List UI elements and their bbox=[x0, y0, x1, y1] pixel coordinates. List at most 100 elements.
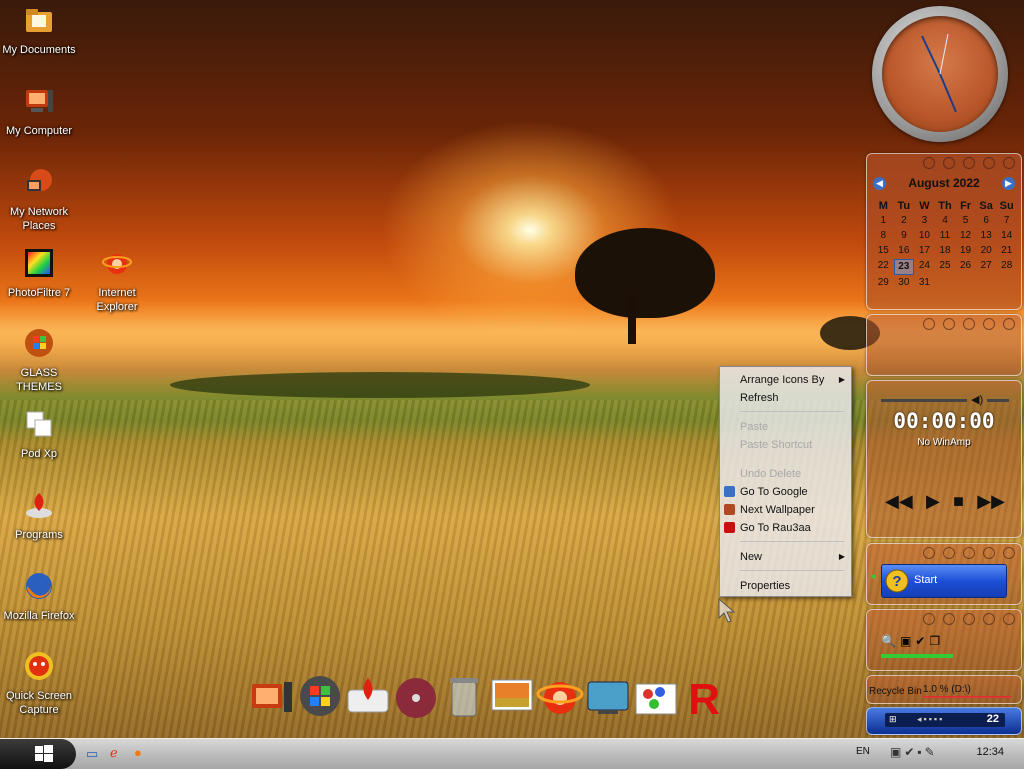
drive-gadget[interactable]: Recycle Bin 1.0 % (D:\) bbox=[866, 675, 1022, 704]
seek-bar[interactable] bbox=[881, 399, 967, 402]
desktop-icon-photofiltre[interactable]: PhotoFiltre 7 bbox=[0, 247, 78, 300]
dock-r-icon[interactable]: R bbox=[680, 672, 728, 724]
dock-drive-icon[interactable] bbox=[344, 672, 392, 722]
gadget-tool-icon[interactable] bbox=[963, 157, 975, 169]
volume-icon[interactable]: ◀) bbox=[971, 393, 983, 406]
calendar-day[interactable]: 4 bbox=[935, 214, 956, 228]
calendar-day[interactable]: 22 bbox=[873, 259, 894, 273]
gadget-tool-icon[interactable] bbox=[963, 613, 975, 625]
calendar-day[interactable]: 26 bbox=[955, 259, 976, 273]
gadget-tool-icon[interactable] bbox=[943, 547, 955, 559]
drive-icon[interactable]: ▣ bbox=[900, 634, 911, 648]
menu-item-properties[interactable]: Properties bbox=[720, 577, 851, 595]
system-tray-icons[interactable]: ▣✔▪✎ bbox=[890, 745, 938, 759]
dock-windows-icon[interactable] bbox=[296, 672, 344, 722]
calendar-day[interactable]: 25 bbox=[935, 259, 956, 273]
desktop-icon-pod-xp[interactable]: Pod Xp bbox=[0, 408, 78, 461]
calendar-day[interactable]: 17 bbox=[914, 244, 935, 258]
calendar-day[interactable]: 14 bbox=[996, 229, 1017, 243]
next-month-icon[interactable]: ▶ bbox=[1001, 176, 1015, 190]
calendar-day[interactable]: 21 bbox=[996, 244, 1017, 258]
play-icon[interactable]: ▶ bbox=[926, 491, 940, 512]
gadget-tool-icon[interactable] bbox=[1003, 613, 1015, 625]
calendar-day[interactable]: 6 bbox=[976, 214, 997, 228]
desktop-icon-my-computer[interactable]: My Computer bbox=[0, 85, 78, 138]
gadget-tool-icon[interactable] bbox=[963, 547, 975, 559]
check-icon[interactable]: ✔ bbox=[915, 634, 925, 648]
dock-monitor-icon[interactable] bbox=[584, 672, 632, 722]
dock-pictures-icon[interactable] bbox=[488, 672, 536, 722]
desktop-icon-internet-explorer[interactable]: Internet Explorer bbox=[78, 247, 156, 314]
gadget-tool-icon[interactable] bbox=[963, 318, 975, 330]
calendar-day[interactable]: 31 bbox=[914, 276, 935, 290]
desktop-icon-mozilla-firefox[interactable]: Mozilla Firefox bbox=[0, 570, 78, 623]
calendar-day[interactable]: 12 bbox=[955, 229, 976, 243]
calendar-day[interactable]: 20 bbox=[976, 244, 997, 258]
calendar-gadget[interactable]: ◀ August 2022 ▶ M Tu W Th Fr Sa Su 1 2 3 4 5 6 7 8 9 10 1… bbox=[866, 153, 1022, 310]
gadget-tool-icon[interactable] bbox=[983, 547, 995, 559]
calendar-day[interactable]: 7 bbox=[996, 214, 1017, 228]
gadget-tool-icon[interactable] bbox=[923, 157, 935, 169]
calendar-day[interactable]: 10 bbox=[914, 229, 935, 243]
mini-taskbar-gadget[interactable]: ⊞ ◂▪▪▪▪ 22 bbox=[866, 707, 1022, 735]
quicklaunch-ie-icon[interactable]: ℯ bbox=[110, 745, 118, 761]
dock-trash-icon[interactable] bbox=[440, 672, 488, 722]
desktop-icon-my-documents[interactable]: My Documents bbox=[0, 4, 78, 57]
language-indicator[interactable]: EN bbox=[856, 746, 870, 757]
calendar-day[interactable]: 3 bbox=[914, 214, 935, 228]
desktop-icon-quick-screen-capture[interactable]: Quick Screen Capture bbox=[0, 650, 78, 717]
menu-item-new[interactable]: New ▶ bbox=[720, 548, 851, 566]
calendar-day[interactable]: 18 bbox=[935, 244, 956, 258]
gadget-tool-icon[interactable] bbox=[1003, 157, 1015, 169]
pages-icon[interactable]: ❐ bbox=[929, 634, 940, 648]
empty-gadget[interactable] bbox=[866, 314, 1022, 376]
media-player-gadget[interactable]: ◀) 00:00:00 No WinAmp ◀◀ ▶ ■ ▶▶ bbox=[866, 380, 1022, 538]
calendar-day[interactable]: 9 bbox=[894, 229, 915, 243]
gadget-tool-icon[interactable] bbox=[923, 547, 935, 559]
dock-disc-icon[interactable] bbox=[392, 672, 440, 722]
dock-paint-icon[interactable] bbox=[632, 672, 680, 722]
calendar-day[interactable]: 28 bbox=[996, 259, 1017, 273]
quicklaunch-firefox-icon[interactable]: ● bbox=[134, 745, 142, 760]
calendar-day[interactable]: 23 bbox=[893, 259, 915, 275]
desktop-icon-my-network-places[interactable]: My Network Places bbox=[0, 166, 78, 233]
desktop-icon-programs[interactable]: Programs bbox=[0, 489, 78, 542]
menu-item-go-to-google[interactable]: Go To Google bbox=[720, 483, 851, 501]
gadget-tool-icon[interactable] bbox=[983, 613, 995, 625]
calendar-day[interactable]: 15 bbox=[873, 244, 894, 258]
calendar-day[interactable]: 24 bbox=[914, 259, 935, 273]
system-tools-gadget[interactable]: 🔍 ▣ ✔ ❐ bbox=[866, 609, 1022, 671]
menu-item-arrange-icons-by[interactable]: Arrange Icons By ▶ bbox=[720, 371, 851, 389]
gadget-tool-icon[interactable] bbox=[1003, 318, 1015, 330]
calendar-day[interactable]: 8 bbox=[873, 229, 894, 243]
calendar-day[interactable]: 29 bbox=[873, 276, 894, 290]
calendar-day[interactable]: 30 bbox=[894, 276, 915, 290]
menu-item-refresh[interactable]: Refresh bbox=[720, 389, 851, 407]
volume-slider[interactable] bbox=[987, 399, 1009, 402]
calendar-day[interactable]: 19 bbox=[955, 244, 976, 258]
calendar-day[interactable]: 1 bbox=[873, 214, 894, 228]
start-launcher-button[interactable]: ? Start bbox=[881, 564, 1007, 598]
rewind-icon[interactable]: ◀◀ bbox=[885, 491, 913, 512]
gadget-tool-icon[interactable] bbox=[943, 318, 955, 330]
stop-icon[interactable]: ■ bbox=[953, 491, 964, 512]
calendar-day[interactable]: 27 bbox=[976, 259, 997, 273]
launcher-gadget[interactable]: ➧ ? Start bbox=[866, 543, 1022, 605]
menu-item-next-wallpaper[interactable]: Next Wallpaper bbox=[720, 501, 851, 519]
desktop-icon-glass-themes[interactable]: GLASS THEMES bbox=[0, 327, 78, 394]
gadget-tool-icon[interactable] bbox=[943, 157, 955, 169]
gadget-tool-icon[interactable] bbox=[1003, 547, 1015, 559]
gadget-tool-icon[interactable] bbox=[983, 318, 995, 330]
dock-computer-icon[interactable] bbox=[248, 672, 296, 722]
search-icon[interactable]: 🔍 bbox=[881, 634, 896, 648]
calendar-day[interactable]: 11 bbox=[935, 229, 956, 243]
gadget-tool-icon[interactable] bbox=[943, 613, 955, 625]
fast-forward-icon[interactable]: ▶▶ bbox=[977, 491, 1005, 512]
menu-item-go-to-rau3aa[interactable]: Go To Rau3aa bbox=[720, 519, 851, 537]
calendar-day[interactable]: 16 bbox=[894, 244, 915, 258]
calendar-day[interactable]: 5 bbox=[955, 214, 976, 228]
calendar-day[interactable]: 13 bbox=[976, 229, 997, 243]
start-button[interactable] bbox=[0, 739, 76, 769]
prev-month-icon[interactable]: ◀ bbox=[873, 176, 886, 190]
gadget-tool-icon[interactable] bbox=[923, 613, 935, 625]
